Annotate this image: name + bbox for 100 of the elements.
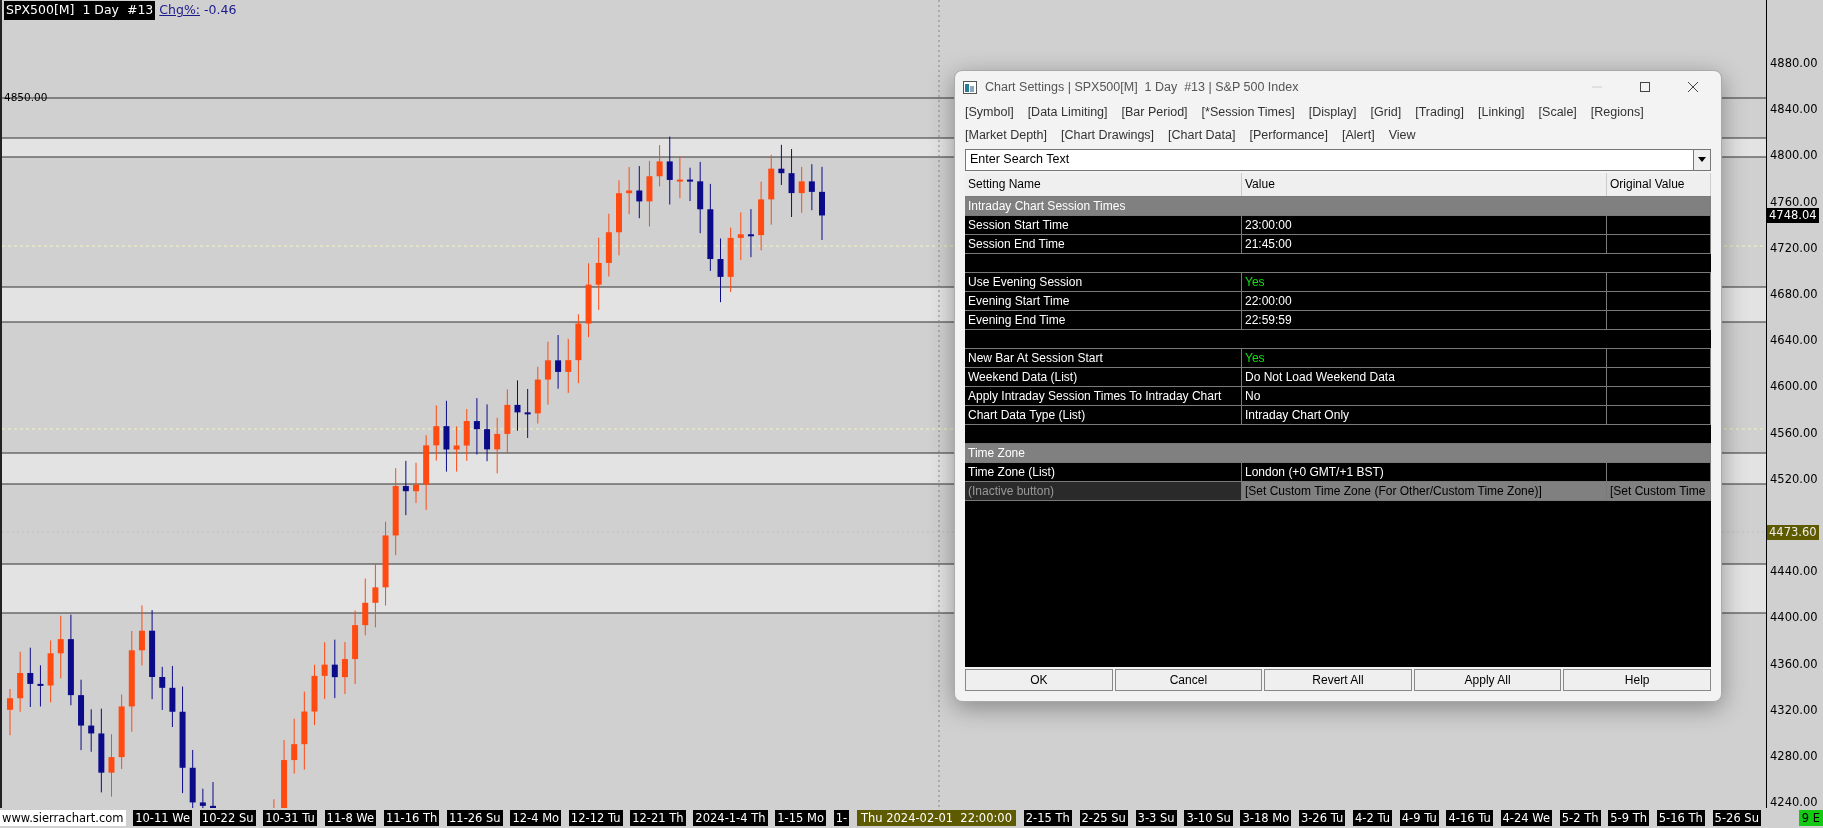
- settings-tab[interactable]: [Chart Data]: [1168, 125, 1236, 145]
- price-tick: 4520.00: [1770, 471, 1818, 486]
- date-label: 10-22 Su: [199, 810, 256, 826]
- date-label: 5-26 Su: [1712, 810, 1761, 826]
- dialog-button[interactable]: Apply All: [1413, 669, 1562, 691]
- change-link[interactable]: Chg%:: [159, 1, 200, 20]
- dialog-title: Chart Settings | SPX500[M] 1 Day #13 | S&P 500 Index: [985, 78, 1300, 96]
- close-icon[interactable]: [1687, 81, 1699, 93]
- website-label: www.sierrachart.com: [0, 810, 126, 826]
- date-label: 2-25 Su: [1079, 810, 1128, 826]
- candlestick: [199, 788, 206, 808]
- setting-name: Weekend Data (List): [965, 367, 1242, 386]
- price-tick: 4360.00: [1770, 656, 1818, 671]
- setting-value[interactable]: Intraday Chart Only: [1242, 405, 1607, 424]
- candlestick: [605, 213, 612, 277]
- candlestick: [626, 166, 633, 215]
- candlestick: [138, 604, 145, 667]
- candlestick: [311, 664, 318, 726]
- candlestick: [88, 708, 95, 753]
- date-label: 11-8 We: [324, 810, 377, 826]
- dialog-button[interactable]: Cancel: [1114, 669, 1263, 691]
- search-field[interactable]: Enter Search Text: [965, 148, 1693, 171]
- date-label: 10-31 Tu: [263, 810, 317, 826]
- candlestick: [737, 211, 744, 261]
- candlestick: [808, 163, 815, 211]
- settings-tab[interactable]: [Chart Drawings]: [1061, 125, 1155, 145]
- settings-tab[interactable]: [Market Depth]: [965, 125, 1047, 145]
- settings-tab[interactable]: [Regions]: [1590, 103, 1644, 122]
- dialog-button[interactable]: OK: [965, 669, 1113, 691]
- setting-name: Evening Start Time: [965, 291, 1242, 310]
- price-tick: 4840.00: [1770, 102, 1818, 117]
- price-tick: 4640.00: [1770, 333, 1818, 348]
- setting-value[interactable]: Yes: [1242, 348, 1607, 367]
- settings-tab[interactable]: [Bar Period]: [1121, 103, 1188, 122]
- candlestick: [666, 136, 673, 205]
- setting-name: Time Zone (List): [965, 462, 1242, 481]
- setting-value[interactable]: Yes: [1242, 272, 1607, 291]
- candlestick: [78, 679, 85, 751]
- price-tick: 4280.00: [1770, 749, 1818, 763]
- settings-tab[interactable]: View: [1388, 125, 1416, 145]
- setting-value[interactable]: 22:00:00: [1242, 291, 1607, 310]
- candlestick: [758, 181, 765, 251]
- candlestick: [463, 408, 470, 462]
- candlestick: [331, 639, 338, 699]
- date-label: 3-10 Su: [1184, 810, 1233, 826]
- candlestick: [636, 165, 643, 219]
- date-label: 4-16 Tu: [1446, 810, 1493, 826]
- settings-tab[interactable]: [Linking]: [1478, 103, 1525, 122]
- candlestick: [798, 166, 805, 214]
- date-label: 4-2 Tu: [1352, 810, 1392, 826]
- settings-tab[interactable]: [Display]: [1308, 103, 1357, 122]
- candlestick: [717, 237, 724, 303]
- candlestick: [687, 167, 694, 202]
- setting-value[interactable]: 22:59:59: [1242, 310, 1607, 329]
- date-label: 4-9 Tu: [1399, 810, 1439, 826]
- candlestick: [17, 651, 24, 713]
- price-tick: 4440.00: [1770, 564, 1818, 579]
- settings-tab[interactable]: [Symbol]: [965, 103, 1014, 122]
- candlestick: [778, 144, 785, 186]
- setting-value[interactable]: 23:00:00: [1242, 215, 1607, 234]
- price-tick: 4240.00: [1770, 795, 1818, 810]
- candlestick: [210, 781, 216, 808]
- setting-value[interactable]: Do Not Load Weekend Data: [1242, 367, 1607, 386]
- setting-value[interactable]: No: [1242, 386, 1607, 405]
- candlestick: [372, 563, 379, 628]
- candlestick: [534, 366, 541, 424]
- settings-tab[interactable]: [Data Limiting]: [1027, 103, 1108, 122]
- setting-value[interactable]: London (+0 GMT/+1 BST): [1242, 462, 1607, 481]
- date-label: 3-18 Mo: [1240, 810, 1292, 826]
- price-tick: 4720.00: [1770, 240, 1818, 255]
- cursor-price-label: 4473.60: [1767, 525, 1819, 541]
- date-label: 12-4 Mo: [510, 810, 562, 826]
- settings-tab[interactable]: [*Session Times]: [1201, 103, 1295, 122]
- candlestick: [788, 148, 795, 218]
- column-header: Value: [1242, 172, 1607, 196]
- candlestick: [565, 338, 572, 394]
- settings-tab[interactable]: [Scale]: [1538, 103, 1577, 122]
- settings-tab[interactable]: [Grid]: [1370, 103, 1402, 122]
- setting-value[interactable]: 21:45:00: [1242, 234, 1607, 253]
- settings-tab[interactable]: [Trading]: [1415, 103, 1465, 122]
- date-label: 5-9 Th: [1608, 810, 1650, 826]
- settings-tab[interactable]: [Alert]: [1342, 125, 1375, 145]
- change-value: -0.46: [204, 1, 237, 19]
- dropdown-button[interactable]: [1693, 148, 1711, 171]
- maximize-icon[interactable]: [1639, 81, 1651, 93]
- candlestick: [473, 397, 480, 455]
- date-label: 4-24 We: [1500, 810, 1553, 826]
- candlestick: [646, 160, 653, 227]
- settings-tab[interactable]: [Performance]: [1249, 125, 1328, 145]
- date-label: 2024-1-4 Th: [693, 810, 768, 826]
- dialog-button[interactable]: Help: [1563, 669, 1711, 691]
- last-price-label: 4748.04: [1767, 208, 1819, 224]
- date-label: 2-15 Th: [1023, 810, 1072, 826]
- setting-name: Evening End Time: [965, 310, 1242, 329]
- candlestick: [47, 639, 54, 703]
- candlestick: [27, 647, 34, 708]
- date-label: 5-2 Th: [1559, 810, 1601, 826]
- dialog-button[interactable]: Revert All: [1264, 669, 1412, 691]
- price-tick: 4800.00: [1770, 148, 1818, 163]
- price-tick: 4880.00: [1770, 56, 1818, 70]
